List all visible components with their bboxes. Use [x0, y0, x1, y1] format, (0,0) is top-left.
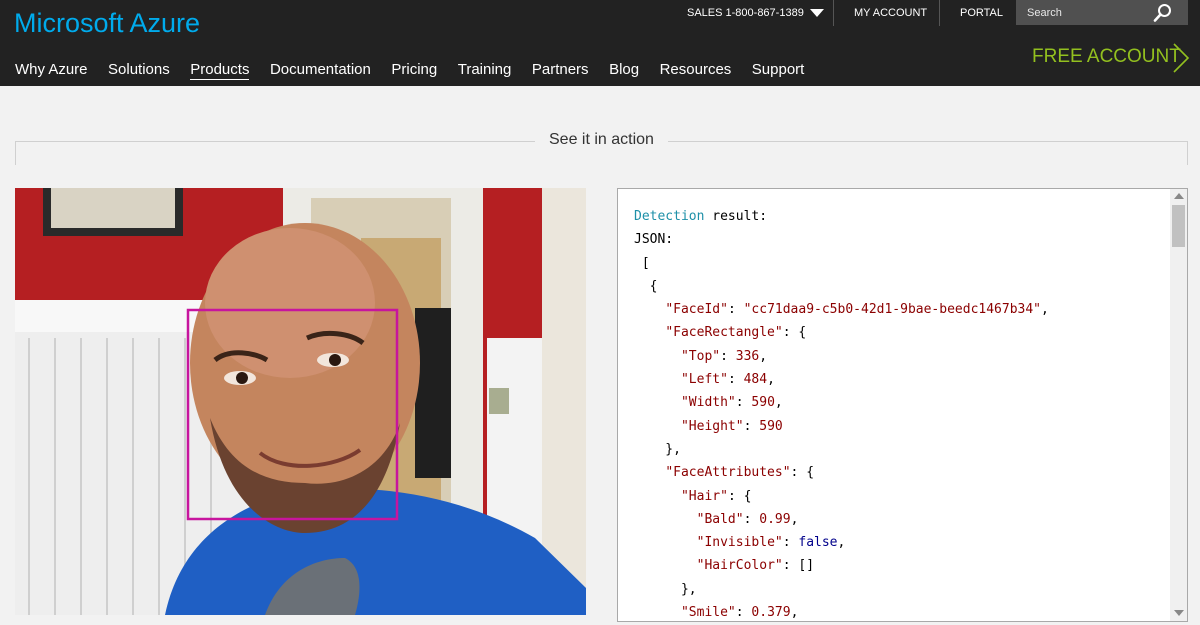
json-key: "Left"	[680, 372, 728, 388]
json-key: "Bald"	[696, 511, 744, 527]
portal-link[interactable]: PORTAL	[960, 0, 1003, 26]
caret-down-icon	[809, 9, 824, 17]
json-value: "cc71daa9-c5b0-42d1-9bae-beedc1467b34"	[743, 302, 1042, 318]
divider	[939, 0, 940, 26]
json-key: "Top"	[680, 348, 721, 364]
nav-pricing[interactable]: Pricing	[391, 61, 437, 80]
sales-phone-menu[interactable]: SALES 1-800-867-1389	[687, 0, 824, 26]
json-value: 0.379	[751, 605, 791, 621]
detection-json: Detection result: JSON: [ { "FaceId": "c…	[634, 209, 1049, 621]
json-key: "FaceId"	[665, 302, 728, 318]
nav-partners[interactable]: Partners	[532, 61, 589, 80]
json-label: JSON:	[634, 232, 674, 248]
my-account-link[interactable]: MY ACCOUNT	[854, 0, 927, 26]
json-open-bracket: [	[634, 255, 650, 271]
nav-resources[interactable]: Resources	[660, 61, 732, 80]
json-value: 484	[743, 372, 768, 388]
json-key: "HairColor"	[696, 558, 783, 574]
json-value: 590	[759, 418, 783, 434]
detection-result-panel[interactable]: Detection result: JSON: [ { "FaceId": "c…	[617, 188, 1188, 622]
json-key: "Hair"	[680, 488, 728, 504]
azure-logo[interactable]: Microsoft Azure	[14, 8, 200, 39]
free-account-link[interactable]: FREE ACCOUNT	[1032, 46, 1181, 68]
nav-solutions[interactable]: Solutions	[108, 61, 170, 80]
json-value: 590	[751, 395, 775, 411]
scroll-up-icon[interactable]	[1174, 193, 1184, 199]
nav-blog[interactable]: Blog	[609, 61, 639, 80]
nav-documentation[interactable]: Documentation	[270, 61, 371, 80]
json-value: 0.99	[759, 511, 791, 527]
json-value: 336	[735, 348, 760, 364]
json-key: "FaceRectangle"	[665, 325, 783, 341]
detection-heading-rest: result:	[704, 209, 768, 224]
nav-products[interactable]: Products	[190, 61, 250, 80]
nav-training[interactable]: Training	[458, 61, 512, 80]
sales-phone-label: SALES 1-800-867-1389	[687, 7, 804, 19]
section-title: See it in action	[535, 131, 668, 149]
scroll-thumb[interactable]	[1172, 205, 1185, 247]
search-input[interactable]	[1016, 0, 1156, 25]
face-photo	[15, 188, 586, 615]
main-nav: Why Azure Solutions Products Documentati…	[15, 61, 825, 80]
chevron-right-icon[interactable]	[1172, 42, 1190, 74]
json-open-brace: {	[634, 278, 658, 294]
nav-why-azure[interactable]: Why Azure	[15, 61, 88, 80]
divider	[833, 0, 834, 26]
site-header: Microsoft Azure SALES 1-800-867-1389 MY …	[0, 0, 1200, 86]
search-icon[interactable]	[1153, 3, 1173, 23]
json-key: "Width"	[680, 395, 736, 411]
nav-support[interactable]: Support	[752, 61, 805, 80]
json-key: "FaceAttributes"	[665, 465, 791, 481]
detection-heading-word: Detection	[634, 209, 705, 224]
panel-scrollbar[interactable]	[1170, 189, 1187, 621]
json-key: "Smile"	[680, 605, 736, 621]
scroll-down-icon[interactable]	[1174, 610, 1184, 616]
json-value: false	[798, 535, 838, 551]
json-value: []	[798, 558, 815, 574]
json-key: "Height"	[680, 418, 744, 434]
json-key: "Invisible"	[696, 535, 783, 551]
